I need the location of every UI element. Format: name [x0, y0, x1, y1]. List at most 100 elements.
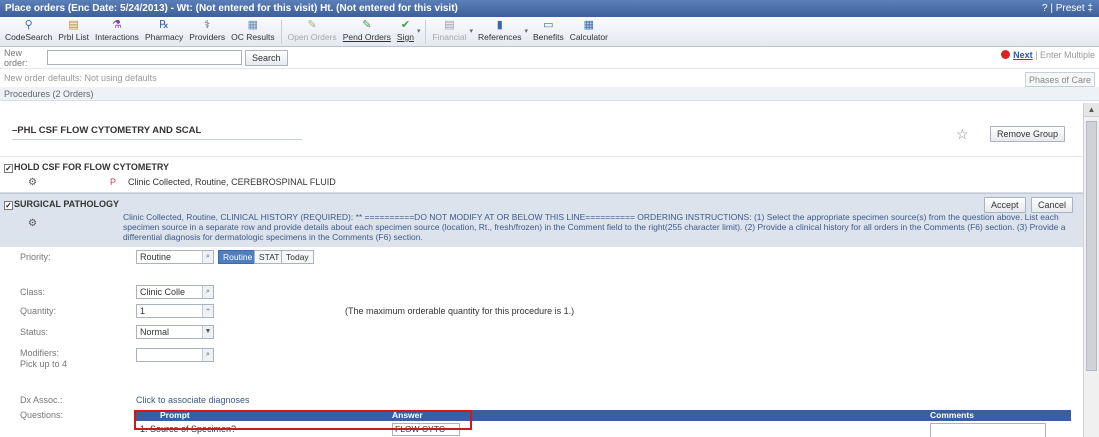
- toolbar-financial-button[interactable]: ▤ Financial: [429, 17, 469, 42]
- order-header[interactable]: ✓ SURGICAL PATHOLOGY: [4, 199, 119, 210]
- toolbar-separator: [280, 20, 282, 44]
- dropdown-arrow-icon[interactable]: ▾: [524, 27, 528, 35]
- pharmacy-icon: ℞: [159, 19, 169, 31]
- toolbar-sign-button[interactable]: ✔ Sign: [394, 17, 417, 42]
- toolbar-pend-orders-button[interactable]: ✎ Pend Orders: [340, 17, 394, 42]
- list-icon: ▤: [68, 19, 79, 31]
- toolbar-button-label: Benefits: [532, 32, 564, 42]
- sign-icon: ✔: [400, 19, 411, 31]
- new-order-row: New order: Search Next | Enter Multiple …: [0, 47, 1099, 87]
- order-form: Priority: Routine ⌕ Routine STAT Today Cl…: [0, 247, 1083, 437]
- toolbar-providers-button[interactable]: ⚕ Providers: [186, 17, 228, 42]
- cancel-button[interactable]: Cancel: [1031, 197, 1074, 213]
- new-order-label: New order:: [4, 47, 28, 68]
- dx-assoc-label: Dx Assoc.:: [20, 395, 63, 405]
- toolbar-button-label: Interactions: [94, 32, 139, 42]
- class-label: Class:: [20, 287, 46, 297]
- scroll-up-icon[interactable]: ▲: [1084, 103, 1099, 117]
- providers-icon: ⚕: [204, 19, 211, 31]
- toolbar-separator: [425, 20, 427, 44]
- order-header[interactable]: ✓ HOLD CSF FOR FLOW CYTOMETRY: [4, 162, 169, 173]
- order-checkbox[interactable]: ✓: [4, 164, 13, 173]
- pending-flag: P: [110, 177, 117, 187]
- questions-label: Questions:: [20, 410, 64, 420]
- benefits-icon: ▭: [543, 19, 554, 31]
- order-detail[interactable]: P Clinic Collected, Routine, CEREBROSPINA…: [110, 177, 336, 187]
- toolbar-button-label: Calculator: [569, 32, 608, 42]
- search-button[interactable]: Search: [245, 49, 288, 66]
- order-settings-icon[interactable]: ⚙: [28, 218, 37, 229]
- modifiers-lookup-icon[interactable]: ⌕: [202, 349, 213, 361]
- references-icon: ▮: [496, 19, 503, 31]
- quantity-spinner-icon[interactable]: ÷: [202, 305, 213, 317]
- priority-option-routine[interactable]: Routine: [218, 250, 258, 264]
- pend-orders-icon: ✎: [362, 19, 372, 31]
- quantity-note: (The maximum orderable quantity for this…: [345, 306, 575, 316]
- calculator-icon: ▦: [583, 19, 595, 31]
- vertical-scrollbar[interactable]: ▲: [1083, 103, 1099, 437]
- order-checkbox[interactable]: ✓: [4, 201, 13, 210]
- search-icon: ⚲: [24, 19, 33, 31]
- order-item-expanded: ✓ SURGICAL PATHOLOGY Accept Cancel ⚙ Clin…: [0, 193, 1083, 247]
- quantity-field[interactable]: 1 ÷: [136, 304, 214, 318]
- priority-option-stat[interactable]: STAT: [254, 250, 285, 264]
- toolbar-button-label: Pharmacy: [144, 32, 184, 42]
- remove-group-button[interactable]: Remove Group: [990, 126, 1066, 142]
- status-label: Status:: [20, 327, 49, 337]
- help-preset-links[interactable]: ? | Preset ‡: [1042, 0, 1093, 17]
- toolbar-button-label: Open Orders: [287, 32, 337, 42]
- modifiers-label: Modifiers: Pick up to 4: [20, 348, 68, 369]
- open-orders-icon: ✎: [307, 19, 317, 31]
- chevron-down-icon[interactable]: ▼: [202, 326, 213, 338]
- toolbar-prbl-list-button[interactable]: ▤ Prbl List: [55, 17, 92, 42]
- toolbar-codesearch-button[interactable]: ⚲ CodeSearch: [2, 17, 55, 42]
- toolbar-button-label: OC Results: [231, 32, 275, 42]
- window-title-bar: Place orders (Enc Date: 5/24/2013) - Wt:…: [0, 0, 1099, 17]
- order-detail-text: Clinic Collected, Routine, CLINICAL HIST…: [123, 212, 1066, 242]
- class-lookup-icon[interactable]: ⌕: [202, 286, 213, 298]
- priority-lookup-icon[interactable]: ⌕: [202, 251, 213, 263]
- dropdown-arrow-icon[interactable]: ▾: [469, 27, 473, 35]
- comment-field[interactable]: [930, 423, 1046, 437]
- order-defaults-text: New order defaults: Not using defaults: [4, 73, 157, 83]
- activity-toolbar: ⚲ CodeSearch ▤ Prbl List ⚗ Interactions ℞ Pharm…: [0, 17, 1099, 47]
- financial-icon: ▤: [444, 19, 455, 31]
- phases-of-care-button[interactable]: Phases of Care: [1024, 72, 1095, 87]
- priority-option-today[interactable]: Today: [281, 250, 314, 264]
- toolbar-pharmacy-button[interactable]: ℞ Pharmacy: [142, 17, 186, 42]
- next-link[interactable]: Next: [1013, 50, 1033, 60]
- toolbar-interactions-button[interactable]: ⚗ Interactions: [92, 17, 142, 42]
- next-link-group: Next | Enter Multiple: [1001, 50, 1095, 60]
- toolbar-button-label: References: [478, 32, 522, 42]
- group-divider: [12, 139, 302, 140]
- toolbar-references-button[interactable]: ▮ References: [475, 17, 524, 42]
- scroll-thumb[interactable]: [1086, 121, 1097, 371]
- toolbar-button-label: Sign: [396, 32, 414, 42]
- favorite-star-icon[interactable]: ☆: [956, 126, 969, 143]
- procedures-panel: –PHL CSF FLOW CYTOMETRY AND SCAL ☆ Remov…: [0, 117, 1083, 437]
- toolbar-button-label: CodeSearch: [5, 32, 53, 42]
- modifiers-field[interactable]: ⌕: [136, 348, 214, 362]
- toolbar-benefits-button[interactable]: ▭ Benefits: [530, 17, 567, 42]
- enter-multiple-link[interactable]: | Enter Multiple: [1035, 50, 1095, 60]
- toolbar-button-label: Financial: [432, 32, 467, 42]
- highlight-box: [134, 410, 472, 430]
- order-settings-icon[interactable]: ⚙: [28, 177, 37, 188]
- status-select[interactable]: Normal ▼: [136, 325, 214, 339]
- order-group: –PHL CSF FLOW CYTOMETRY AND SCAL ☆ Remov…: [0, 117, 1083, 157]
- results-icon: ▦: [247, 19, 259, 31]
- toolbar-oc-results-button[interactable]: ▦ OC Results: [228, 17, 277, 42]
- group-name[interactable]: –PHL CSF FLOW CYTOMETRY AND SCAL: [12, 125, 201, 136]
- dropdown-arrow-icon[interactable]: ▾: [417, 27, 421, 35]
- toolbar-open-orders-button[interactable]: ✎ Open Orders: [285, 17, 340, 42]
- toolbar-calculator-button[interactable]: ▦ Calculator: [567, 17, 611, 42]
- procedures-header: Procedures (2 Orders): [0, 87, 1099, 101]
- priority-field[interactable]: Routine ⌕: [136, 250, 214, 264]
- priority-label: Priority:: [20, 252, 51, 262]
- new-order-input[interactable]: [47, 50, 242, 65]
- class-field[interactable]: Clinic Colle ⌕: [136, 285, 214, 299]
- associate-diagnoses-link[interactable]: Click to associate diagnoses: [136, 395, 250, 405]
- quantity-label: Quantity:: [20, 306, 57, 316]
- accept-button[interactable]: Accept: [984, 197, 1026, 213]
- interactions-icon: ⚗: [112, 19, 122, 31]
